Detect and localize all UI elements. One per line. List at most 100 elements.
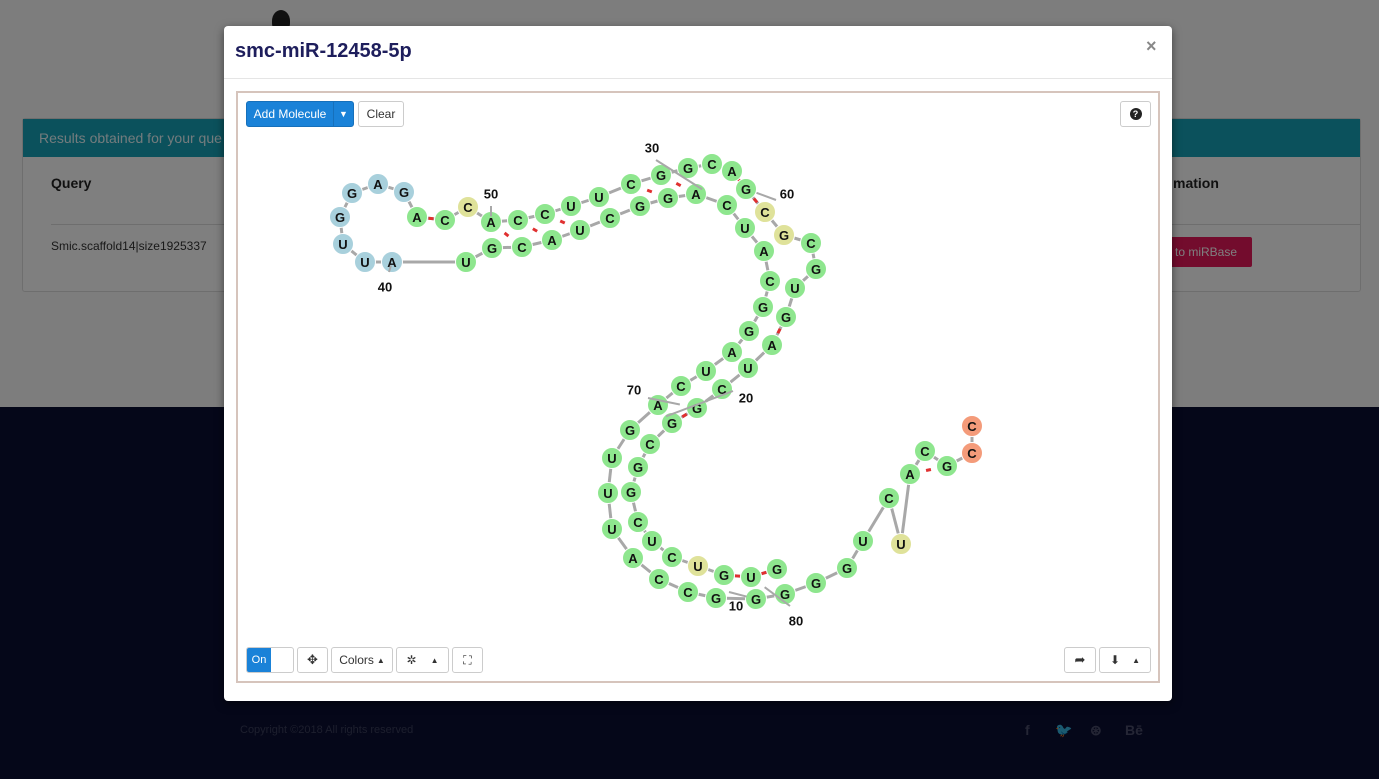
download-icon: ⬇: [1110, 653, 1121, 667]
nucleotide[interactable]: U: [569, 219, 591, 241]
nucleotide-letter: C: [967, 446, 977, 461]
nucleotide[interactable]: A: [899, 463, 921, 485]
fullscreen-icon: ⛶: [463, 652, 472, 667]
nucleotide[interactable]: G: [341, 182, 363, 204]
colors-button[interactable]: Colors ▲: [331, 647, 393, 673]
nucleotide[interactable]: C: [661, 546, 683, 568]
nucleotide[interactable]: G: [705, 587, 727, 609]
nucleotide[interactable]: C: [961, 415, 983, 437]
nucleotide[interactable]: C: [507, 209, 529, 231]
nucleotide[interactable]: C: [711, 378, 733, 400]
nucleotide[interactable]: A: [685, 183, 707, 205]
nucleotide[interactable]: G: [836, 557, 858, 579]
nucleotide[interactable]: U: [332, 233, 354, 255]
nucleotide[interactable]: U: [890, 533, 912, 555]
nucleotide[interactable]: G: [766, 558, 788, 580]
nucleotide[interactable]: G: [752, 296, 774, 318]
nucleotide[interactable]: G: [805, 258, 827, 280]
download-button[interactable]: ⬇ ▲: [1099, 647, 1151, 673]
nucleotide-letter: U: [740, 221, 749, 236]
nucleotide[interactable]: G: [661, 412, 683, 434]
nucleotide[interactable]: A: [721, 341, 743, 363]
nucleotide[interactable]: A: [541, 229, 563, 251]
nucleotide[interactable]: C: [639, 433, 661, 455]
nucleotide[interactable]: C: [511, 236, 533, 258]
nucleotide[interactable]: C: [457, 196, 479, 218]
nucleotide[interactable]: G: [773, 224, 795, 246]
nucleotide[interactable]: U: [597, 482, 619, 504]
close-icon[interactable]: ×: [1146, 36, 1157, 57]
nucleotide[interactable]: A: [622, 547, 644, 569]
nucleotide[interactable]: C: [800, 232, 822, 254]
animation-toggle[interactable]: On: [246, 647, 294, 673]
nucleotide[interactable]: G: [481, 237, 503, 259]
nucleotide-letter: U: [693, 559, 702, 574]
nucleotide[interactable]: U: [641, 530, 663, 552]
help-button[interactable]: ?: [1120, 101, 1151, 127]
nucleotide[interactable]: U: [455, 251, 477, 273]
nucleotide[interactable]: C: [434, 209, 456, 231]
nucleotide[interactable]: C: [961, 442, 983, 464]
base-pair-bond: [503, 231, 510, 238]
nucleotide[interactable]: G: [329, 206, 351, 228]
nucleotide[interactable]: A: [406, 206, 428, 228]
nucleotide[interactable]: U: [740, 566, 762, 588]
nucleotide[interactable]: G: [627, 456, 649, 478]
nucleotide[interactable]: A: [367, 173, 389, 195]
nucleotide[interactable]: G: [657, 187, 679, 209]
nucleotide[interactable]: U: [784, 277, 806, 299]
nucleotide[interactable]: G: [805, 572, 827, 594]
nucleotide[interactable]: A: [761, 334, 783, 356]
nucleotide[interactable]: G: [620, 481, 642, 503]
nucleotide[interactable]: U: [601, 518, 623, 540]
nucleotide[interactable]: A: [381, 251, 403, 273]
nucleotide-letter: U: [896, 537, 905, 552]
nucleotide[interactable]: U: [354, 251, 376, 273]
move-button[interactable]: ✥: [297, 647, 328, 673]
nucleotide[interactable]: G: [393, 181, 415, 203]
nucleotide[interactable]: G: [775, 306, 797, 328]
nucleotide-letter: G: [625, 423, 635, 438]
nucleotide[interactable]: C: [878, 487, 900, 509]
nucleotide[interactable]: G: [713, 564, 735, 586]
nucleotide[interactable]: A: [721, 160, 743, 182]
share-button[interactable]: ➦: [1064, 647, 1096, 673]
nucleotide[interactable]: G: [936, 455, 958, 477]
nucleotide[interactable]: C: [914, 440, 936, 462]
nucleotide[interactable]: G: [745, 588, 767, 610]
nucleotide[interactable]: U: [601, 447, 623, 469]
nucleotide-letter: G: [744, 324, 754, 339]
nucleotide[interactable]: A: [753, 240, 775, 262]
nucleotide[interactable]: U: [852, 530, 874, 552]
clear-button[interactable]: Clear: [358, 101, 404, 127]
nucleotide[interactable]: U: [695, 360, 717, 382]
add-molecule-dropdown-button[interactable]: ▼: [333, 101, 354, 127]
nucleotide[interactable]: C: [677, 581, 699, 603]
nucleotide[interactable]: U: [687, 555, 709, 577]
add-molecule-button[interactable]: Add Molecule: [246, 101, 334, 127]
nucleotide[interactable]: C: [759, 270, 781, 292]
settings-button[interactable]: ✲ ▲: [396, 647, 449, 673]
nucleotide[interactable]: C: [627, 511, 649, 533]
nucleotide[interactable]: U: [737, 357, 759, 379]
structure-viewer[interactable]: CCGCAUCUGGGGGCCAUUUGACUAGGCAUCAGGCUACGUA…: [236, 91, 1160, 683]
nucleotide[interactable]: U: [588, 186, 610, 208]
nucleotide[interactable]: C: [620, 173, 642, 195]
nucleotide[interactable]: C: [599, 207, 621, 229]
nucleotide[interactable]: U: [560, 195, 582, 217]
nucleotide[interactable]: G: [735, 178, 757, 200]
fullscreen-button[interactable]: ⛶: [452, 647, 483, 673]
nucleotide[interactable]: G: [738, 320, 760, 342]
nucleotide[interactable]: G: [629, 195, 651, 217]
nucleotide[interactable]: C: [716, 194, 738, 216]
nucleotide[interactable]: C: [754, 201, 776, 223]
colors-label: Colors: [339, 653, 374, 667]
nucleotide[interactable]: G: [619, 419, 641, 441]
nucleotide[interactable]: U: [734, 217, 756, 239]
nucleotide[interactable]: C: [534, 203, 556, 225]
nucleotide[interactable]: C: [670, 375, 692, 397]
nucleotide[interactable]: C: [648, 568, 670, 590]
help-icon: ?: [1129, 108, 1142, 120]
nucleotide[interactable]: C: [701, 153, 723, 175]
rna-secondary-structure[interactable]: CCGCAUCUGGGGGCCAUUUGACUAGGCAUCAGGCUACGUA…: [238, 93, 1158, 681]
